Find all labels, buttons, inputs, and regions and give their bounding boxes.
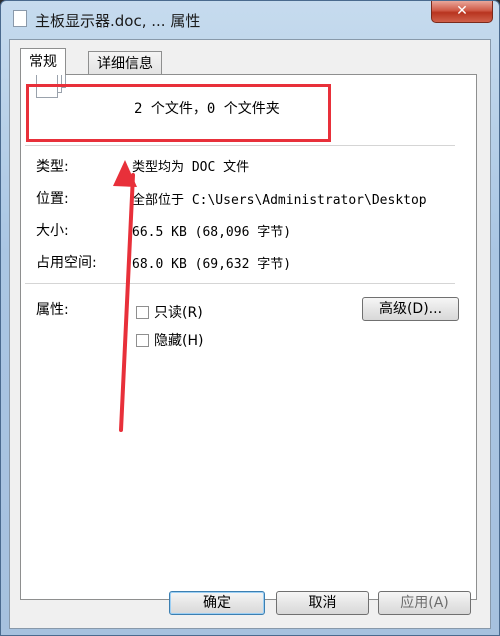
tab-general[interactable]: 常规: [20, 48, 66, 75]
size-on-disk-value: 68.0 KB (69,632 字节): [132, 257, 292, 272]
annotation-highlight-box: [26, 84, 331, 142]
type-value: 类型均为 DOC 文件: [132, 160, 250, 175]
size-value: 66.5 KB (68,096 字节): [132, 225, 292, 240]
size-on-disk-label: 占用空间:: [36, 255, 97, 271]
hidden-checkbox-row[interactable]: 隐藏(H): [136, 330, 203, 350]
readonly-label: 只读(R): [154, 305, 203, 321]
divider: [25, 283, 455, 284]
hidden-label: 隐藏(H): [154, 333, 204, 349]
type-label: 类型:: [36, 159, 69, 175]
location-value: 全部位于 C:\Users\Administrator\Desktop: [132, 193, 427, 208]
hidden-checkbox[interactable]: [136, 333, 149, 347]
document-icon: [13, 7, 29, 27]
close-button[interactable]: ✕: [431, 1, 493, 23]
attributes-label: 属性:: [36, 302, 69, 318]
window-title: 主板显示器.doc, ... 属性: [35, 12, 201, 30]
general-tab-panel: [20, 74, 477, 600]
tab-details[interactable]: 详细信息: [88, 51, 162, 75]
divider: [25, 145, 455, 146]
ok-button[interactable]: 确定: [169, 591, 265, 615]
advanced-button[interactable]: 高级(D)...: [362, 297, 459, 321]
location-label: 位置:: [36, 191, 69, 207]
readonly-checkbox[interactable]: [136, 305, 149, 319]
apply-button[interactable]: 应用(A): [378, 591, 471, 615]
size-label: 大小:: [36, 223, 69, 239]
cancel-button[interactable]: 取消: [276, 591, 369, 615]
readonly-checkbox-row[interactable]: 只读(R): [136, 302, 203, 322]
title-bar[interactable]: 主板显示器.doc, ... 属性 ✕: [1, 1, 499, 39]
